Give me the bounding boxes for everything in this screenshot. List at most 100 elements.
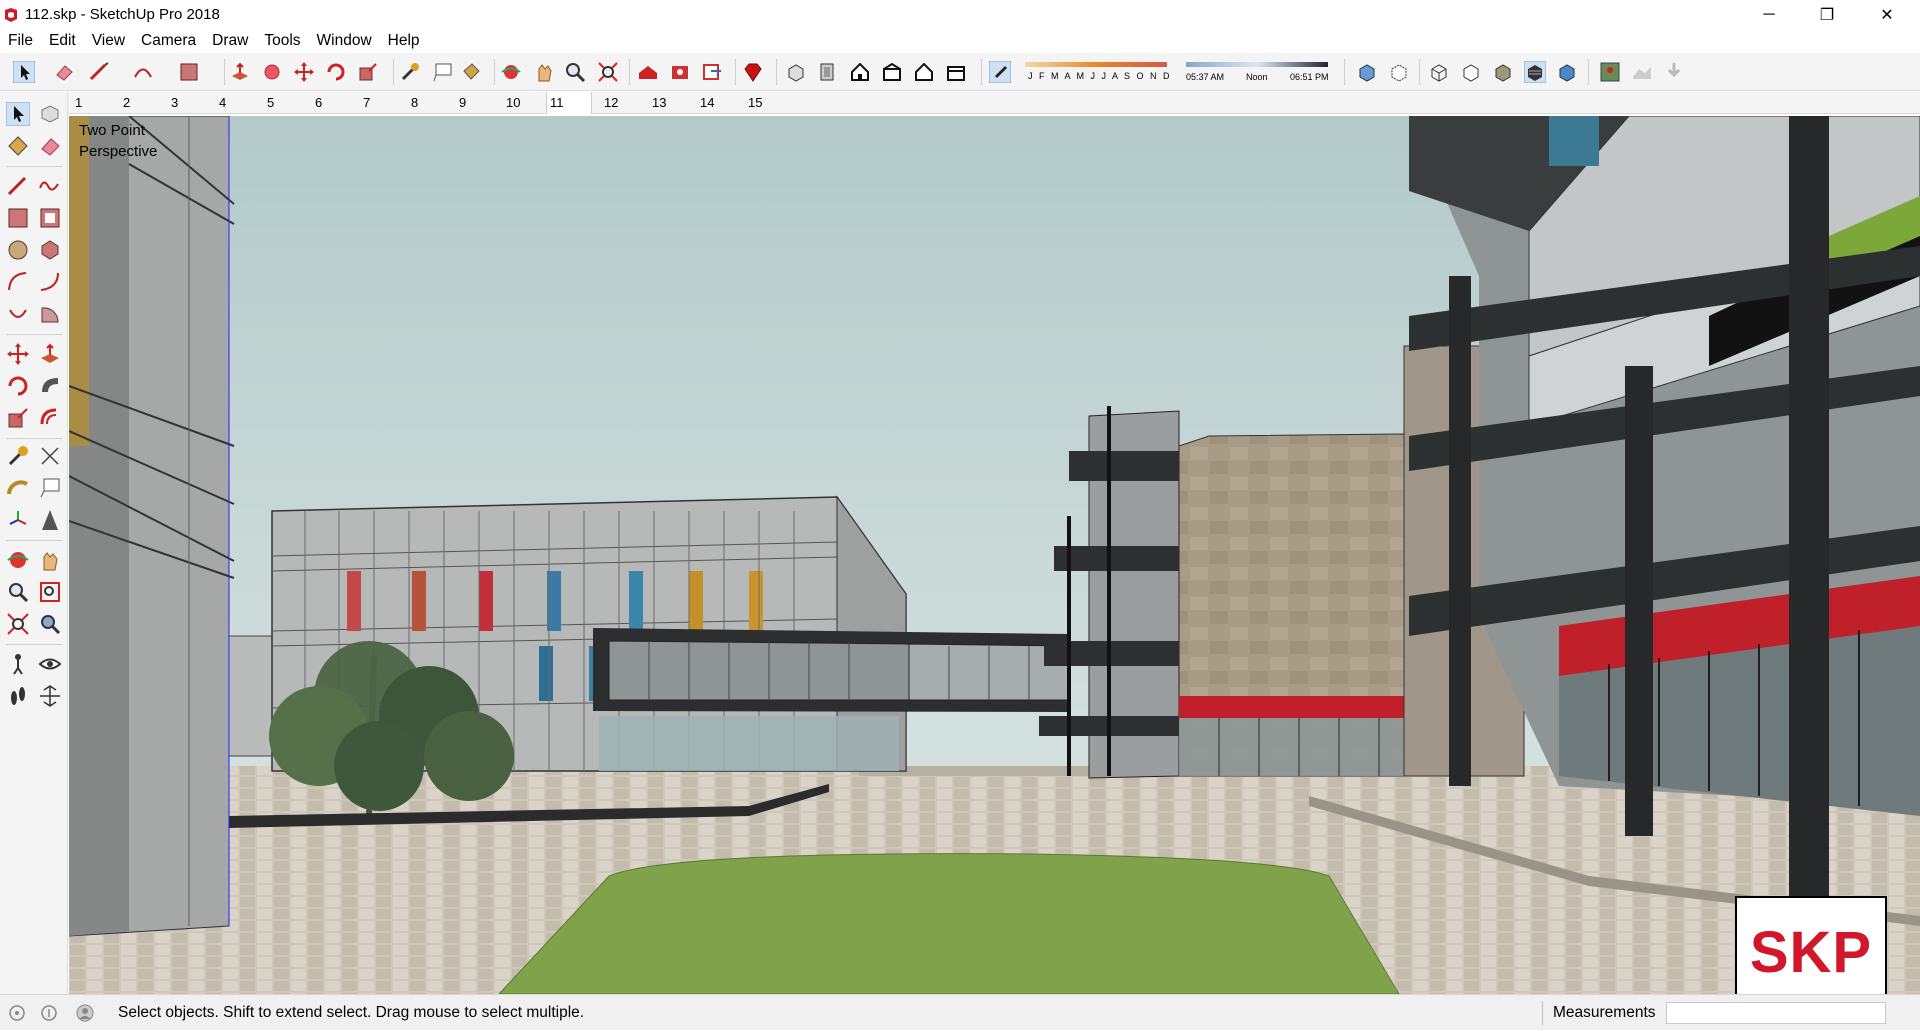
menu-draw[interactable]: Draw [204,29,256,53]
position-camera-icon[interactable] [6,652,30,676]
eraser-icon[interactable] [53,61,75,83]
make-component-icon[interactable] [38,102,62,126]
eraser-icon[interactable] [38,134,62,158]
time-slider-track[interactable] [1186,60,1328,70]
photo-textures-icon[interactable] [1663,61,1685,83]
scene-tab-7[interactable]: 7 [360,92,373,114]
user-account-icon[interactable] [76,1004,94,1022]
scene-tab-9[interactable]: 9 [456,92,469,114]
rectangle-icon[interactable] [178,61,200,83]
section-plane-icon[interactable] [38,684,62,708]
menu-file[interactable]: File [0,29,41,53]
shadows-toggle-icon[interactable] [989,61,1011,83]
rotated-rectangle-icon[interactable] [38,206,62,230]
tape-measure-icon[interactable] [399,61,421,83]
scale-icon[interactable] [6,406,30,430]
extension-warehouse-icon[interactable] [669,61,691,83]
iso-view-icon[interactable] [785,61,807,83]
line-icon[interactable] [6,174,30,198]
previous-view-icon[interactable] [38,612,62,636]
rotate-icon[interactable] [325,61,347,83]
menu-help[interactable]: Help [380,29,428,53]
menu-camera[interactable]: Camera [133,29,204,53]
scale-icon[interactable] [357,61,379,83]
top-view-icon[interactable] [817,61,839,83]
xray-icon[interactable] [1356,61,1378,83]
tape-measure-icon[interactable] [6,444,30,468]
right-view-icon[interactable] [881,61,903,83]
scene-tab-11-active[interactable]: 11 [546,92,592,114]
measurements-input[interactable] [1666,1002,1886,1024]
move-icon[interactable] [293,61,315,83]
menu-edit[interactable]: Edit [41,29,84,53]
shaded-textures-icon[interactable] [1524,61,1546,83]
warehouse-icon[interactable] [637,61,659,83]
restore-button[interactable]: ❐ [1798,0,1856,29]
axes-icon[interactable] [6,508,30,532]
look-around-icon[interactable] [38,652,62,676]
arc-icon[interactable] [132,61,154,83]
hidden-line-icon[interactable] [1460,61,1482,83]
orbit-icon[interactable] [500,61,522,83]
back-view-icon[interactable] [913,61,935,83]
modeling-viewport[interactable]: Two Point Perspective SKP [69,116,1920,994]
follow-me-icon[interactable] [38,374,62,398]
geo-location-icon[interactable] [8,1004,26,1022]
close-button[interactable]: ✕ [1858,0,1916,29]
scene-tab-14[interactable]: 14 [697,92,717,114]
menu-tools[interactable]: Tools [256,29,308,53]
shaded-icon[interactable] [1492,61,1514,83]
push-pull-icon[interactable] [38,342,62,366]
offset-icon[interactable] [38,406,62,430]
minimize-button[interactable]: ─ [1740,0,1798,29]
push-pull-icon[interactable] [229,61,251,83]
3d-text-icon[interactable] [38,508,62,532]
scene-tab-12[interactable]: 12 [601,92,621,114]
line-icon[interactable] [88,61,110,83]
front-view-icon[interactable] [849,61,871,83]
scene-tab-2[interactable]: 2 [120,92,133,114]
pan-icon[interactable] [533,61,555,83]
scene-tab-8[interactable]: 8 [408,92,421,114]
text-icon[interactable] [38,476,62,500]
monochrome-icon[interactable] [1556,61,1578,83]
month-slider-track[interactable] [1025,60,1167,70]
scene-tab-6[interactable]: 6 [312,92,325,114]
paint-bucket-icon[interactable] [460,61,482,83]
paint-bucket-icon[interactable] [6,134,30,158]
menu-view[interactable]: View [84,29,133,53]
scene-tab-13[interactable]: 13 [649,92,669,114]
rotate-icon[interactable] [6,374,30,398]
three-point-arc-icon[interactable] [6,302,30,326]
sketchup-app-icon[interactable] [3,7,19,23]
select-icon[interactable] [6,102,30,126]
zoom-extents-icon[interactable] [6,612,30,636]
two-point-arc-icon[interactable] [38,270,62,294]
text-icon[interactable] [432,61,454,83]
menu-window[interactable]: Window [309,29,380,53]
pie-icon[interactable] [38,302,62,326]
move-icon[interactable] [6,342,30,366]
orbit-icon[interactable] [6,548,30,572]
freehand-icon[interactable] [38,174,62,198]
protractor-icon[interactable] [6,476,30,500]
follow-me-icon[interactable] [261,61,283,83]
zoom-icon[interactable] [564,61,586,83]
add-location-icon[interactable] [1599,61,1621,83]
scene-tab-1[interactable]: 1 [72,92,85,114]
zoom-extents-icon[interactable] [597,61,619,83]
zoom-icon[interactable] [6,580,30,604]
wireframe-icon[interactable] [1428,61,1450,83]
show-terrain-icon[interactable] [1631,61,1653,83]
scene-tab-10[interactable]: 10 [503,92,523,114]
pan-icon[interactable] [38,548,62,572]
arc-icon[interactable] [6,270,30,294]
walk-icon[interactable] [6,684,30,708]
zoom-window-icon[interactable] [38,580,62,604]
scene-tab-4[interactable]: 4 [216,92,229,114]
polygon-icon[interactable] [38,238,62,262]
circle-icon[interactable] [6,238,30,262]
ruby-icon[interactable] [742,61,764,83]
rectangle-icon[interactable] [6,206,30,230]
send-to-layout-icon[interactable] [701,61,723,83]
